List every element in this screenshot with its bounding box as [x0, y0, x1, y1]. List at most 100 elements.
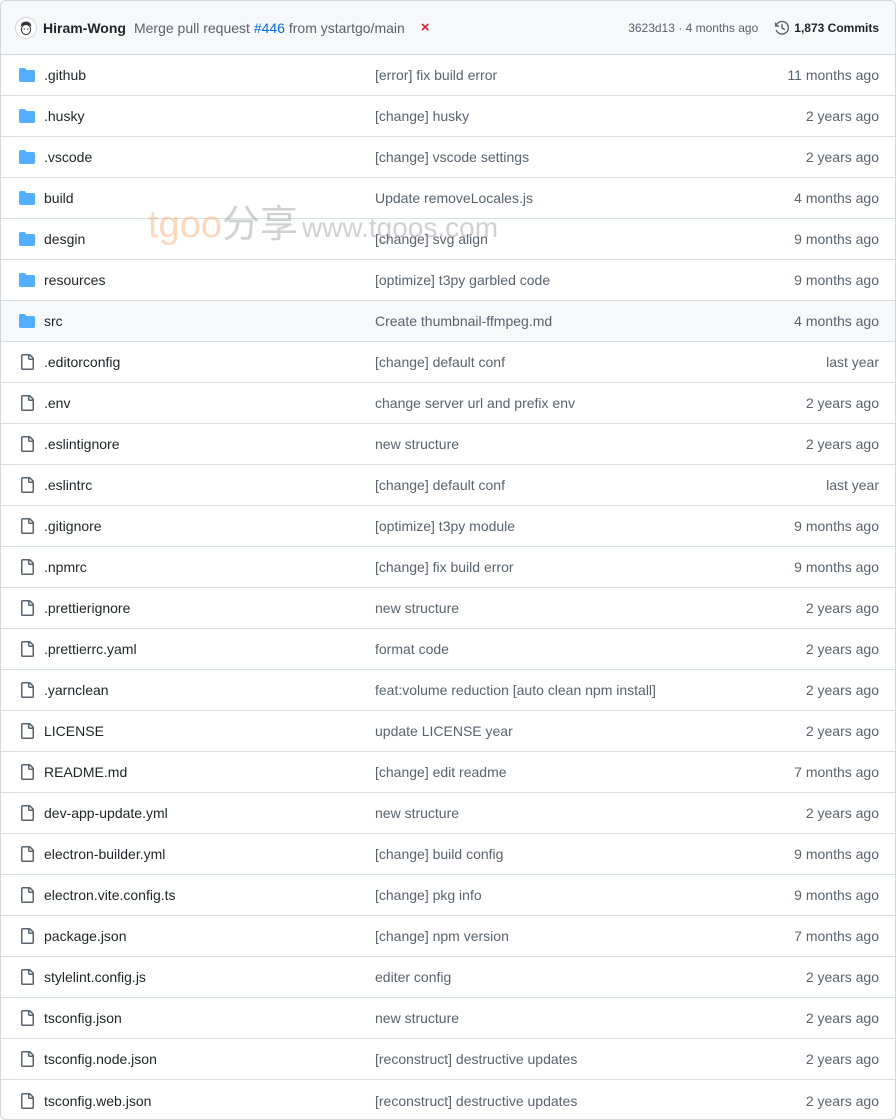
file-name-link[interactable]: dev-app-update.yml	[44, 805, 375, 821]
commit-message-link[interactable]: [change] default conf	[375, 477, 826, 493]
commit-age[interactable]: 2 years ago	[806, 149, 879, 165]
commit-message-link[interactable]: [change] fix build error	[375, 559, 794, 575]
file-row[interactable]: .env change server url and prefix env 2 ye…	[1, 383, 895, 424]
commit-message-link[interactable]: [reconstruct] destructive updates	[375, 1051, 806, 1067]
file-name-link[interactable]: .eslintrc	[44, 477, 375, 493]
file-row[interactable]: resources [optimize] t3py garbled code 9 m…	[1, 260, 895, 301]
commit-message-link[interactable]: update LICENSE year	[375, 723, 806, 739]
commit-age[interactable]: last year	[826, 477, 879, 493]
file-row[interactable]: .github [error] fix build error 11 months …	[1, 55, 895, 96]
file-name-link[interactable]: .prettierignore	[44, 600, 375, 616]
commit-message-link[interactable]: new structure	[375, 1010, 806, 1026]
ci-failed-icon[interactable]: ×	[421, 19, 430, 36]
commit-age[interactable]: 2 years ago	[806, 682, 879, 698]
file-name-link[interactable]: .github	[44, 67, 375, 83]
file-name-link[interactable]: .yarnclean	[44, 682, 375, 698]
commit-age[interactable]: 2 years ago	[806, 436, 879, 452]
commit-message-link[interactable]: [optimize] t3py module	[375, 518, 794, 534]
author-avatar[interactable]	[15, 16, 37, 39]
commit-message-link[interactable]: [change] build config	[375, 846, 794, 862]
file-name-link[interactable]: .vscode	[44, 149, 375, 165]
commit-age[interactable]: 4 months ago	[794, 190, 879, 206]
file-row[interactable]: .eslintignore new structure 2 years ago	[1, 424, 895, 465]
commit-message-link[interactable]: Create thumbnail-ffmpeg.md	[375, 313, 794, 329]
commit-message-link[interactable]: [change] pkg info	[375, 887, 794, 903]
file-row[interactable]: .vscode [change] vscode settings 2 years a…	[1, 137, 895, 178]
file-name-link[interactable]: .npmrc	[44, 559, 375, 575]
commit-message-link[interactable]: [change] npm version	[375, 928, 794, 944]
file-name-link[interactable]: .prettierrc.yaml	[44, 641, 375, 657]
commit-message-link[interactable]: [change] vscode settings	[375, 149, 806, 165]
file-row[interactable]: src Create thumbnail-ffmpeg.md 4 months ag…	[1, 301, 895, 342]
file-row[interactable]: electron.vite.config.ts [change] pkg info…	[1, 875, 895, 916]
commit-age[interactable]: 7 months ago	[794, 928, 879, 944]
file-row[interactable]: desgin [change] svg align 9 months ago	[1, 219, 895, 260]
commit-age[interactable]: 2 years ago	[806, 108, 879, 124]
commit-message-link[interactable]: feat:volume reduction [auto clean npm in…	[375, 682, 806, 698]
commit-age[interactable]: 2 years ago	[806, 805, 879, 821]
file-row[interactable]: .husky [change] husky 2 years ago	[1, 96, 895, 137]
file-name-link[interactable]: .husky	[44, 108, 375, 124]
commit-age[interactable]: 9 months ago	[794, 846, 879, 862]
commit-age[interactable]: 9 months ago	[794, 231, 879, 247]
file-name-link[interactable]: .gitignore	[44, 518, 375, 534]
commit-age[interactable]: 2 years ago	[806, 1010, 879, 1026]
file-name-link[interactable]: tsconfig.web.json	[44, 1093, 375, 1109]
file-row[interactable]: dev-app-update.yml new structure 2 years a…	[1, 793, 895, 834]
pull-request-link[interactable]: #446	[254, 20, 285, 36]
file-row[interactable]: .editorconfig [change] default conf last y…	[1, 342, 895, 383]
commit-age[interactable]: 9 months ago	[794, 887, 879, 903]
file-row[interactable]: tsconfig.web.json [reconstruct] destructi…	[1, 1080, 895, 1119]
file-row[interactable]: .yarnclean feat:volume reduction [auto cl…	[1, 670, 895, 711]
file-name-link[interactable]: tsconfig.json	[44, 1010, 375, 1026]
file-name-link[interactable]: .env	[44, 395, 375, 411]
file-name-link[interactable]: build	[44, 190, 375, 206]
commit-message-link[interactable]: format code	[375, 641, 806, 657]
file-row[interactable]: LICENSE update LICENSE year 2 years ago	[1, 711, 895, 752]
file-row[interactable]: .gitignore [optimize] t3py module 9 months…	[1, 506, 895, 547]
commit-message-link[interactable]: [error] fix build error	[375, 67, 787, 83]
file-row[interactable]: .eslintrc [change] default conf last year	[1, 465, 895, 506]
commit-age[interactable]: 9 months ago	[794, 559, 879, 575]
file-row[interactable]: .prettierignore new structure 2 years ago	[1, 588, 895, 629]
file-row[interactable]: README.md [change] edit readme 7 months ag…	[1, 752, 895, 793]
file-row[interactable]: build Update removeLocales.js 4 months ago	[1, 178, 895, 219]
commit-age[interactable]: 2 years ago	[806, 723, 879, 739]
file-name-link[interactable]: tsconfig.node.json	[44, 1051, 375, 1067]
commit-message-link[interactable]: [change] svg align	[375, 231, 794, 247]
commit-age[interactable]: 2 years ago	[806, 641, 879, 657]
commit-message-link[interactable]: new structure	[375, 600, 806, 616]
file-name-link[interactable]: LICENSE	[44, 723, 375, 739]
commit-age[interactable]: 4 months ago	[794, 313, 879, 329]
commit-age[interactable]: 9 months ago	[794, 518, 879, 534]
file-row[interactable]: stylelint.config.js editer config 2 years …	[1, 957, 895, 998]
file-row[interactable]: tsconfig.node.json [reconstruct] destruct…	[1, 1039, 895, 1080]
commit-age[interactable]: 2 years ago	[806, 395, 879, 411]
commit-message-link[interactable]: [change] husky	[375, 108, 806, 124]
commit-age[interactable]: 2 years ago	[806, 1093, 879, 1109]
file-row[interactable]: .prettierrc.yaml format code 2 years ago	[1, 629, 895, 670]
commit-message[interactable]: Merge pull request #446 from ystartgo/ma…	[134, 20, 405, 36]
commit-message-link[interactable]: Update removeLocales.js	[375, 190, 794, 206]
commit-message-link[interactable]: new structure	[375, 805, 806, 821]
commit-message-link[interactable]: [change] default conf	[375, 354, 826, 370]
commit-message-link[interactable]: editer config	[375, 969, 806, 985]
commit-message-link[interactable]: new structure	[375, 436, 806, 452]
file-row[interactable]: electron-builder.yml [change] build confi…	[1, 834, 895, 875]
commit-age[interactable]: 2 years ago	[806, 1051, 879, 1067]
file-row[interactable]: tsconfig.json new structure 2 years ago	[1, 998, 895, 1039]
commit-author-link[interactable]: Hiram-Wong	[43, 20, 126, 36]
file-name-link[interactable]: stylelint.config.js	[44, 969, 375, 985]
file-name-link[interactable]: README.md	[44, 764, 375, 780]
commit-message-link[interactable]: change server url and prefix env	[375, 395, 806, 411]
commit-age[interactable]: 9 months ago	[794, 272, 879, 288]
commit-age[interactable]: 2 years ago	[806, 600, 879, 616]
file-row[interactable]: package.json [change] npm version 7 months…	[1, 916, 895, 957]
commits-history-link[interactable]: 1,873 Commits	[774, 20, 879, 36]
commit-message-link[interactable]: [change] edit readme	[375, 764, 794, 780]
commit-message-link[interactable]: [reconstruct] destructive updates	[375, 1093, 806, 1109]
file-name-link[interactable]: resources	[44, 272, 375, 288]
file-name-link[interactable]: desgin	[44, 231, 375, 247]
commit-age[interactable]: last year	[826, 354, 879, 370]
commit-age[interactable]: 11 months ago	[787, 67, 879, 83]
